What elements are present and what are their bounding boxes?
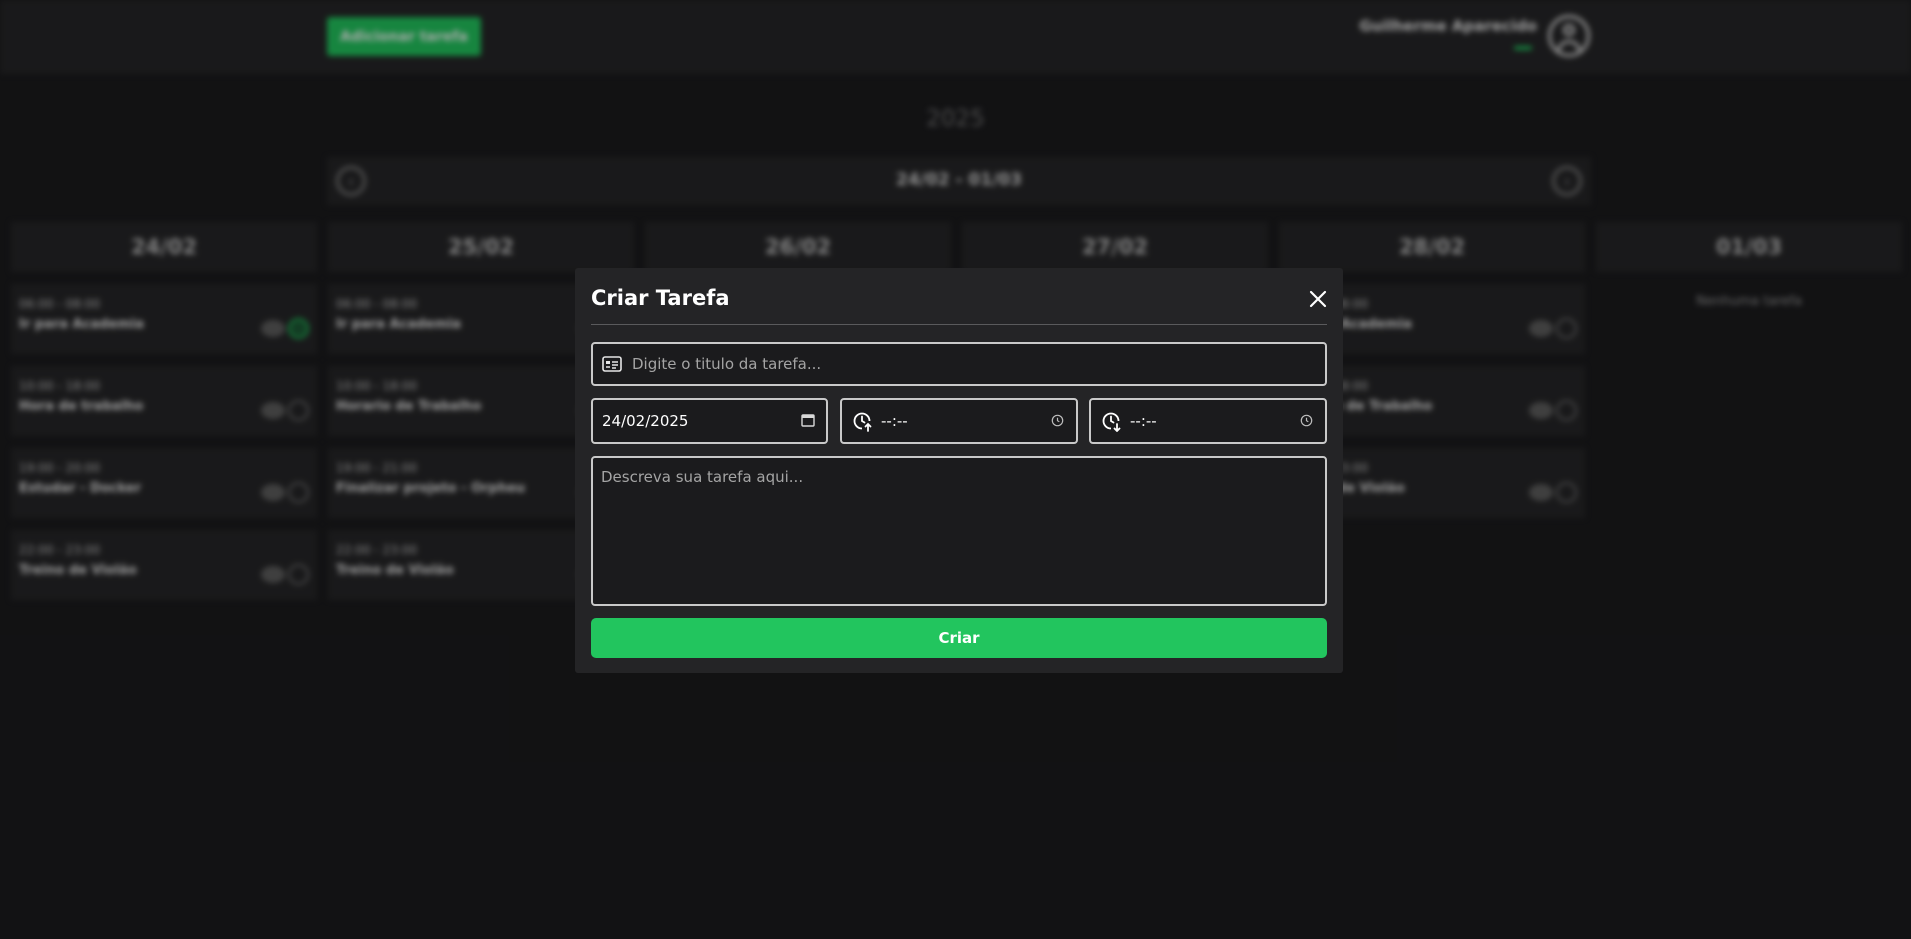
modal-divider <box>591 324 1327 325</box>
close-modal-button[interactable] <box>1307 288 1329 310</box>
start-time-input[interactable] <box>881 400 1001 442</box>
description-field <box>591 456 1327 606</box>
modal-title: Criar Tarefa <box>591 286 730 310</box>
clock-icon[interactable] <box>1051 414 1064 432</box>
close-icon <box>1309 290 1327 308</box>
end-time-input[interactable] <box>1130 400 1250 442</box>
id-card-icon <box>602 356 622 372</box>
create-task-button[interactable]: Criar <box>591 618 1327 658</box>
clock-arrow-up-icon <box>851 410 873 432</box>
description-textarea[interactable] <box>601 468 1317 594</box>
start-time-field <box>840 398 1078 444</box>
task-date-field <box>591 398 828 444</box>
end-time-field <box>1089 398 1327 444</box>
task-date-input[interactable] <box>602 400 782 442</box>
task-title-field <box>591 342 1327 386</box>
calendar-icon[interactable] <box>801 413 815 432</box>
clock-icon[interactable] <box>1300 414 1313 432</box>
task-title-input[interactable] <box>632 344 1322 384</box>
clock-arrow-down-icon <box>1100 410 1122 432</box>
create-task-modal: Criar Tarefa Digite o titulo da tarefa..… <box>575 268 1343 673</box>
